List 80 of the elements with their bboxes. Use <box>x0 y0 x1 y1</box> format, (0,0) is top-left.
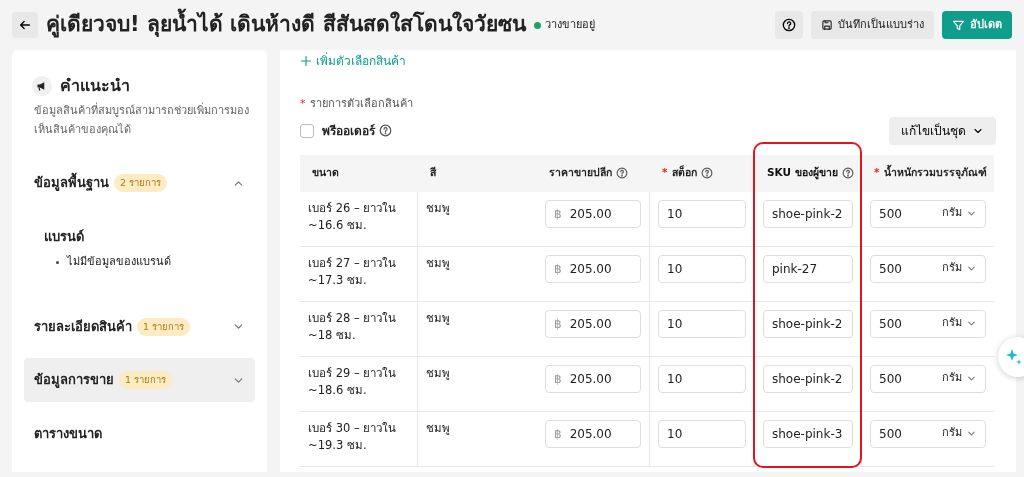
table-cell: เบอร์ 30 – ยาวใน ~19.3 ซม. <box>300 411 418 467</box>
weight-field[interactable]: 500 กรัม <box>870 309 986 338</box>
help-icon <box>379 124 392 137</box>
status-text: วางขายอยู่ <box>544 16 595 33</box>
sidebar-section[interactable]: รายละเอียดสินค้า 1 รายการ <box>24 304 255 349</box>
save-icon <box>821 19 833 31</box>
table-cell: ชมพู <box>418 301 537 357</box>
count-badge: 1 รายการ <box>137 317 191 336</box>
back-icon <box>18 18 32 32</box>
save-draft-button[interactable]: บันทึกเป็นแบบร่าง <box>811 11 934 39</box>
column-header: ขนาด <box>312 165 339 181</box>
plus-icon <box>300 55 312 67</box>
weight-field[interactable]: 500 กรัม <box>870 419 986 448</box>
table-cell: ชมพู <box>418 411 537 467</box>
chevron-down-icon <box>966 263 977 274</box>
chevron-down-icon <box>966 428 977 439</box>
column-header: สี <box>430 165 436 181</box>
sku-field[interactable]: shoe-pink-2 <box>763 309 853 338</box>
table-cell: ชมพู <box>418 356 537 412</box>
price-field[interactable]: ฿ 205.00 <box>545 419 641 448</box>
table-cell: เบอร์ 28 – ยาวใน ~18 ซม. <box>300 301 418 357</box>
stock-field[interactable]: 10 <box>658 364 746 393</box>
sku-field[interactable]: shoe-pink-2 <box>763 364 853 393</box>
table-cell: เบอร์ 29 – ยาวใน ~18.6 ซม. <box>300 356 418 412</box>
sidebar-section[interactable]: ข้อมูลพื้นฐาน 2 รายการ <box>24 161 255 205</box>
bullet-text: ไม่มีข้อมูลของแบรนด์ <box>67 254 171 271</box>
column-header: ราคาขายปลีก <box>549 165 612 181</box>
price-field[interactable]: ฿ 205.00 <box>545 364 641 393</box>
price-field[interactable]: ฿ 205.00 <box>545 254 641 283</box>
sku-field[interactable]: pink-27 <box>763 254 853 283</box>
count-badge: 2 รายการ <box>114 174 168 193</box>
help-icon <box>782 18 796 32</box>
help-icon <box>700 167 713 179</box>
count-badge: 1 รายการ <box>119 371 173 390</box>
weight-field[interactable]: 500 กรัม <box>870 364 986 393</box>
back-button[interactable] <box>12 12 38 38</box>
panel-title: คำแนะนำ <box>60 75 130 97</box>
help-button[interactable] <box>775 11 803 39</box>
sidebar-section[interactable]: ข้อมูลการขาย 1 รายการ <box>24 358 255 402</box>
column-header: SKU ของผู้ขาย <box>767 165 838 181</box>
section-label: ข้อมูลการขาย <box>34 371 114 390</box>
chevron-down-icon <box>966 318 977 329</box>
sku-field[interactable]: shoe-pink-2 <box>763 199 853 228</box>
preorder-checkbox[interactable] <box>300 123 314 138</box>
sparkle-icon <box>1004 347 1024 367</box>
required-mark: * <box>662 165 668 181</box>
stock-field[interactable]: 10 <box>658 309 746 338</box>
help-icon <box>616 167 628 179</box>
table-cell: ชมพู <box>418 191 537 247</box>
stock-field[interactable]: 10 <box>658 419 746 448</box>
column-header: สต็อก <box>671 165 697 181</box>
sidebar-section[interactable]: ตารางขนาด <box>24 411 255 456</box>
bulk-edit-button[interactable]: แก้ไขเป็นชุด <box>889 116 996 145</box>
chevron-down-icon <box>966 373 977 384</box>
table-cell: เบอร์ 26 – ยาวใน ~16.6 ซม. <box>300 191 418 247</box>
table-cell: ชมพู <box>418 246 537 302</box>
add-option-link[interactable]: เพิ่มตัวเลือกสินค้า <box>300 52 406 70</box>
section-label: ข้อมูลพื้นฐาน <box>34 173 109 193</box>
required-mark: * <box>300 96 306 112</box>
sku-field[interactable]: shoe-pink-3 <box>763 419 853 448</box>
filter-icon <box>952 18 965 32</box>
panel-description: ข้อมูลสินค้าที่สมบูรณ์สามารถช่วยเพิ่มการมองเห็นสินค้าของคุณได้ <box>34 102 250 138</box>
help-icon <box>841 167 854 179</box>
weight-field[interactable]: 500 กรัม <box>870 199 986 228</box>
bullet-dot <box>56 261 59 265</box>
brand-heading: แบรนด์ <box>44 227 85 246</box>
column-header: น้ำหนักรวมบรรจุภัณฑ์ <box>883 165 987 181</box>
price-field[interactable]: ฿ 205.00 <box>545 309 641 338</box>
stock-field[interactable]: 10 <box>658 254 746 283</box>
price-field[interactable]: ฿ 205.00 <box>545 199 641 228</box>
chevron-down-icon <box>966 208 977 219</box>
megaphone-icon <box>32 76 52 96</box>
checkbox-label: พรีออเดอร์ <box>322 122 375 140</box>
required-mark: * <box>874 165 880 181</box>
weight-field[interactable]: 500 กรัม <box>870 254 986 283</box>
section-label: รายการตัวเลือกสินค้า <box>309 96 413 112</box>
stock-field[interactable]: 10 <box>658 199 746 228</box>
section-label: รายละเอียดสินค้า <box>34 317 132 336</box>
table-cell: เบอร์ 27 – ยาวใน ~17.3 ซม. <box>300 246 418 302</box>
section-label: ตารางขนาด <box>34 424 102 443</box>
